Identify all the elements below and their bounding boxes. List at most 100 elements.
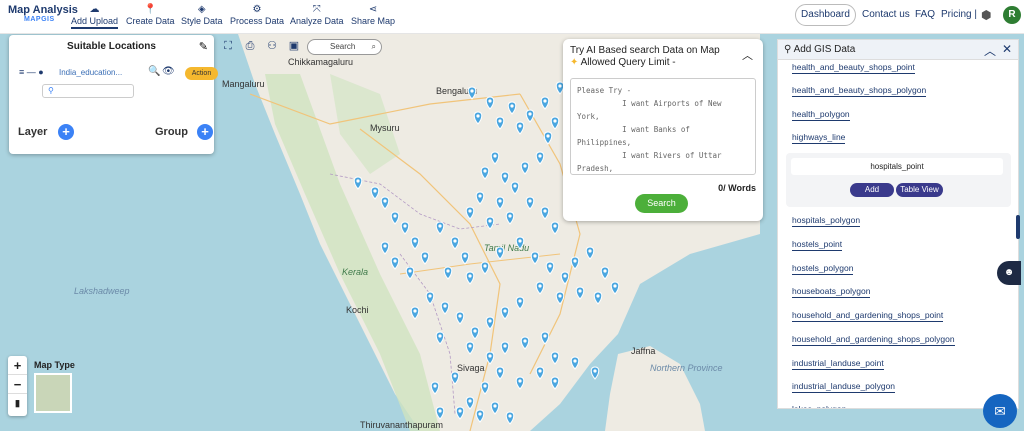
gis-item[interactable]: lakes_polygon <box>792 404 846 408</box>
chevron-up-icon[interactable]: ︿ <box>742 47 753 63</box>
gis-item[interactable]: household_and_gardening_shops_point <box>792 310 944 322</box>
gis-item[interactable]: hospitals_polygon <box>792 215 861 227</box>
contact-link[interactable]: Contact us <box>862 9 910 20</box>
map-marker-icon[interactable] <box>495 366 505 380</box>
map-marker-icon[interactable] <box>505 211 515 225</box>
share-users-icon[interactable]: ⚇ <box>264 38 280 54</box>
zoom-to-layer-icon[interactable]: 🔍 <box>148 66 160 77</box>
map-marker-icon[interactable] <box>550 221 560 235</box>
map-marker-icon[interactable] <box>380 241 390 255</box>
map-marker-icon[interactable] <box>465 271 475 285</box>
gis-item[interactable]: health_and_beauty_shops_point <box>792 62 915 74</box>
map-marker-icon[interactable] <box>410 306 420 320</box>
fullscreen-icon[interactable]: ⛶ <box>220 38 236 54</box>
map-marker-icon[interactable] <box>507 101 517 115</box>
nav-analyze-data[interactable]: ⤧ Analyze Data <box>290 4 344 26</box>
map-marker-icon[interactable] <box>515 296 525 310</box>
map-marker-icon[interactable] <box>540 331 550 345</box>
map-marker-icon[interactable] <box>525 196 535 210</box>
map-marker-icon[interactable] <box>460 251 470 265</box>
map-marker-icon[interactable] <box>535 281 545 295</box>
map-marker-icon[interactable] <box>400 221 410 235</box>
gis-item[interactable]: hostels_polygon <box>792 263 854 275</box>
map-marker-icon[interactable] <box>535 151 545 165</box>
gis-panel-scrollbar[interactable] <box>1016 215 1020 239</box>
gis-item[interactable]: houseboats_polygon <box>792 286 871 298</box>
map-marker-icon[interactable] <box>560 271 570 285</box>
map-marker-icon[interactable] <box>490 151 500 165</box>
map-marker-icon[interactable] <box>470 326 480 340</box>
gis-item[interactable]: highways_line <box>792 132 846 144</box>
map-marker-icon[interactable] <box>593 291 603 305</box>
zoom-out-button[interactable]: − <box>8 375 27 394</box>
map-marker-icon[interactable] <box>425 291 435 305</box>
gis-item[interactable]: household_and_gardening_shops_polygon <box>792 334 955 346</box>
map-marker-icon[interactable] <box>543 131 553 145</box>
gis-item[interactable]: industrial_landuse_polygon <box>792 381 896 393</box>
table-view-button[interactable]: Table View <box>896 183 943 197</box>
map-marker-icon[interactable] <box>480 166 490 180</box>
layer-name[interactable]: India_education... <box>59 68 122 77</box>
map-marker-icon[interactable] <box>550 116 560 130</box>
map-marker-icon[interactable] <box>390 211 400 225</box>
map-marker-icon[interactable] <box>465 206 475 220</box>
map-marker-icon[interactable] <box>443 266 453 280</box>
map-marker-icon[interactable] <box>570 356 580 370</box>
nav-create-data[interactable]: 📍 Create Data <box>126 4 175 26</box>
map-marker-icon[interactable] <box>515 121 525 135</box>
map-marker-icon[interactable] <box>370 186 380 200</box>
map-marker-icon[interactable] <box>485 216 495 230</box>
faq-link[interactable]: FAQ <box>915 9 935 20</box>
cube-icon[interactable]: ⬢ <box>981 8 991 22</box>
map-marker-icon[interactable] <box>485 96 495 110</box>
ai-query-textarea[interactable]: Please Try - I want Airports of New York… <box>570 78 756 175</box>
map-marker-icon[interactable] <box>495 196 505 210</box>
map-marker-icon[interactable] <box>505 411 515 425</box>
nav-share-map[interactable]: ⋖ Share Map <box>351 4 395 26</box>
pricing-link[interactable]: Pricing | <box>941 9 977 20</box>
edit-icon[interactable]: ✎ <box>199 40 208 53</box>
pin-icon[interactable]: ▮ <box>8 394 27 413</box>
map-marker-icon[interactable] <box>510 181 520 195</box>
action-button[interactable]: Action <box>185 67 218 80</box>
map-marker-icon[interactable] <box>420 251 430 265</box>
map-marker-icon[interactable] <box>495 246 505 260</box>
map-marker-icon[interactable] <box>465 396 475 410</box>
visibility-eye-icon[interactable]: 👁 <box>162 66 175 77</box>
map-marker-icon[interactable] <box>535 366 545 380</box>
dashboard-button[interactable]: Dashboard <box>795 4 856 26</box>
map-marker-icon[interactable] <box>530 251 540 265</box>
map-marker-icon[interactable] <box>540 96 550 110</box>
map-marker-icon[interactable] <box>455 311 465 325</box>
gis-item[interactable]: industrial_landuse_point <box>792 358 884 370</box>
map-marker-icon[interactable] <box>455 406 465 420</box>
map-marker-icon[interactable] <box>480 261 490 275</box>
map-marker-icon[interactable] <box>435 221 445 235</box>
nav-process-data[interactable]: ⚙ Process Data <box>230 4 284 26</box>
app-logo[interactable]: Map Analysis MAPGIS <box>8 4 78 23</box>
map-marker-icon[interactable] <box>520 336 530 350</box>
avatar[interactable]: R <box>1003 6 1021 24</box>
nav-add-upload[interactable]: ☁ Add Upload <box>71 4 119 29</box>
map-marker-icon[interactable] <box>500 306 510 320</box>
map-marker-icon[interactable] <box>590 366 600 380</box>
map-marker-icon[interactable] <box>550 376 560 390</box>
map-marker-icon[interactable] <box>475 409 485 423</box>
map-marker-icon[interactable] <box>550 351 560 365</box>
map-marker-icon[interactable] <box>520 161 530 175</box>
map-marker-icon[interactable] <box>495 116 505 130</box>
map-marker-icon[interactable] <box>467 86 477 100</box>
map-marker-icon[interactable] <box>390 256 400 270</box>
map-marker-icon[interactable] <box>515 236 525 250</box>
add-button[interactable]: Add <box>850 183 894 197</box>
map-marker-icon[interactable] <box>435 406 445 420</box>
close-icon[interactable]: ✕ <box>1002 42 1012 56</box>
map-marker-icon[interactable] <box>450 371 460 385</box>
ai-search-button[interactable]: Search <box>635 194 688 213</box>
map-marker-icon[interactable] <box>600 266 610 280</box>
map-marker-icon[interactable] <box>473 111 483 125</box>
map-marker-icon[interactable] <box>525 109 535 123</box>
map-marker-icon[interactable] <box>585 246 595 260</box>
map-search-input[interactable]: Search ⌕ <box>307 39 382 55</box>
chatbot-icon[interactable]: ☻ <box>997 261 1021 285</box>
